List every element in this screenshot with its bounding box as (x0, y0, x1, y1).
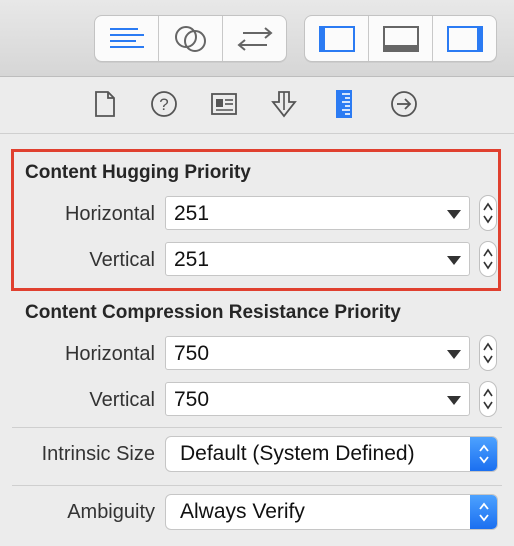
compression-horizontal-value[interactable]: 750 (174, 342, 209, 366)
popup-arrows[interactable] (470, 437, 497, 471)
navigator-toggle-button[interactable] (305, 16, 369, 61)
hugging-vertical-label: Vertical (89, 249, 155, 271)
attributes-inspector-icon (271, 91, 297, 118)
hugging-vertical-value[interactable]: 251 (174, 248, 209, 272)
stepper-arrows-icon (483, 342, 493, 364)
compression-horizontal-stepper[interactable] (479, 335, 497, 371)
navigator-toggle-icon (318, 25, 355, 52)
utilities-toggle-button[interactable] (433, 16, 496, 61)
updown-chevron-icon (478, 444, 489, 464)
stepper-arrows-icon (483, 248, 493, 270)
svg-text:?: ? (159, 95, 168, 114)
utilities-toggle-icon (446, 25, 483, 52)
popup-arrows[interactable] (470, 495, 497, 529)
divider (12, 427, 502, 428)
tab-identity-inspector[interactable] (209, 89, 239, 119)
hugging-section-title: Content Hugging Priority (25, 162, 251, 183)
intrinsic-size-label: Intrinsic Size (41, 443, 155, 465)
identity-inspector-icon (211, 93, 237, 115)
tab-file-inspector[interactable] (90, 89, 120, 119)
ambiguity-popup[interactable]: Always Verify (165, 494, 498, 530)
updown-chevron-icon (478, 502, 489, 522)
debug-area-toggle-icon (382, 25, 419, 52)
view-toggle-segmented-control (304, 15, 497, 62)
compression-vertical-stepper[interactable] (479, 381, 497, 417)
intrinsic-size-popup[interactable]: Default (System Defined) (165, 436, 498, 472)
stepper-arrows-icon (483, 388, 493, 410)
debug-area-toggle-button[interactable] (369, 16, 433, 61)
ambiguity-label: Ambiguity (67, 501, 155, 523)
hugging-horizontal-combo[interactable]: 251 (165, 196, 470, 230)
divider (12, 485, 502, 486)
hugging-horizontal-label: Horizontal (64, 203, 155, 225)
hugging-vertical-combo[interactable]: 251 (165, 242, 470, 276)
file-inspector-icon (95, 91, 115, 117)
quick-help-icon: ? (151, 91, 177, 117)
compression-horizontal-label: Horizontal (64, 343, 155, 365)
size-inspector-icon (336, 90, 352, 118)
inspector-tab-bar (0, 77, 514, 134)
editor-mode-segmented-control (94, 15, 287, 62)
connections-inspector-icon (391, 91, 417, 117)
compression-vertical-combo[interactable]: 750 (165, 382, 470, 416)
toolbar (0, 0, 514, 77)
version-editor-button[interactable] (223, 16, 286, 61)
tab-attributes-inspector[interactable] (269, 89, 299, 119)
standard-editor-button[interactable] (95, 16, 159, 61)
intrinsic-size-value[interactable]: Default (System Defined) (180, 442, 415, 466)
compression-horizontal-combo[interactable]: 750 (165, 336, 470, 370)
assistant-editor-button[interactable] (159, 16, 223, 61)
ambiguity-value[interactable]: Always Verify (180, 500, 305, 524)
hugging-horizontal-stepper[interactable] (479, 195, 497, 231)
hugging-vertical-stepper[interactable] (479, 241, 497, 277)
version-editor-icon (236, 26, 273, 51)
tab-connections-inspector[interactable] (389, 89, 419, 119)
chevron-down-icon[interactable] (447, 256, 461, 265)
hugging-horizontal-value[interactable]: 251 (174, 202, 209, 226)
chevron-down-icon[interactable] (447, 396, 461, 405)
compression-section-title: Content Compression Resistance Priority (25, 302, 401, 323)
stepper-arrows-icon (483, 202, 493, 224)
tab-size-inspector[interactable] (329, 89, 359, 119)
tab-quick-help[interactable]: ? (149, 89, 179, 119)
compression-vertical-value[interactable]: 750 (174, 388, 209, 412)
chevron-down-icon[interactable] (447, 210, 461, 219)
assistant-editor-icon (174, 25, 206, 52)
standard-editor-icon (109, 27, 144, 48)
compression-vertical-label: Vertical (89, 389, 155, 411)
chevron-down-icon[interactable] (447, 350, 461, 359)
